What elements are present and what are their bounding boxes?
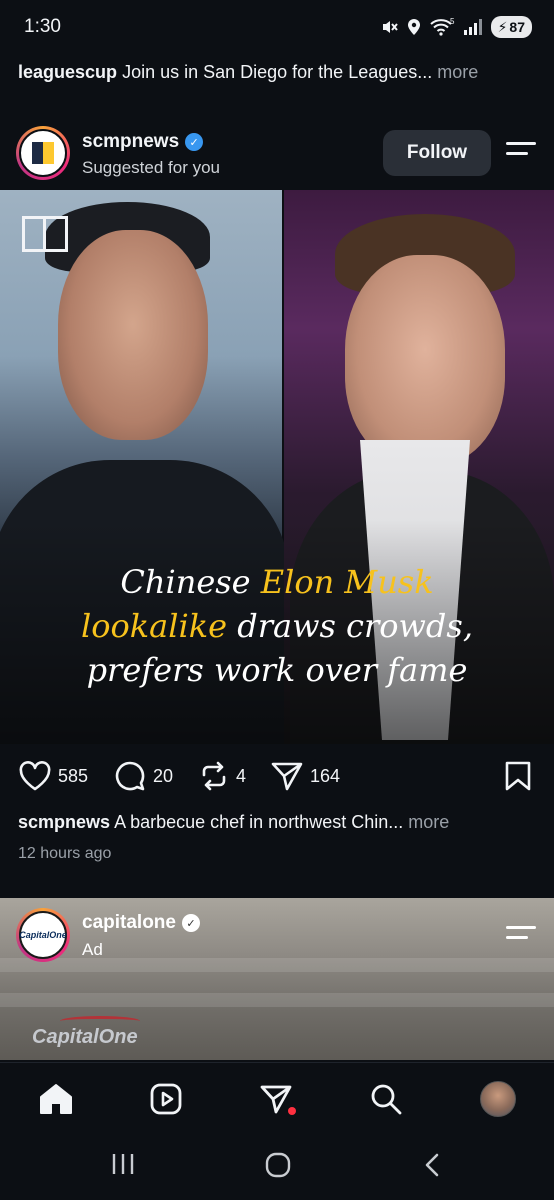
home-button[interactable] — [264, 1152, 292, 1183]
svg-text:5: 5 — [450, 18, 455, 26]
post-avatar[interactable] — [16, 126, 70, 180]
save-button[interactable] — [504, 760, 532, 797]
wifi-icon: 5 — [429, 18, 455, 36]
home-icon — [40, 1084, 72, 1114]
profile-avatar — [480, 1081, 516, 1117]
send-icon — [271, 762, 303, 791]
caption-username[interactable]: leaguescup — [18, 62, 117, 82]
post-timestamp: 12 hours ago — [18, 845, 112, 862]
recent-apps-icon — [112, 1154, 134, 1174]
repost-count: 4 — [236, 765, 247, 786]
nav-home[interactable] — [38, 1081, 74, 1117]
bottom-navigation — [0, 1062, 554, 1134]
caption-username[interactable]: scmpnews — [18, 812, 110, 832]
status-time: 1:30 — [24, 16, 61, 37]
post-actions: 585 20 4 164 — [0, 744, 554, 808]
caption-more-link[interactable]: more — [408, 812, 449, 832]
notification-dot — [288, 1107, 296, 1115]
signal-icon — [463, 19, 482, 35]
left-person-face — [58, 230, 208, 440]
nav-messages[interactable] — [258, 1081, 296, 1117]
location-icon — [407, 19, 420, 35]
previous-post-caption[interactable]: leaguescup Join us in San Diego for the … — [18, 62, 538, 83]
post-header: scmpnews ✓ Suggested for you Follow — [0, 118, 554, 190]
caption-more-link[interactable]: more — [437, 62, 478, 82]
like-button[interactable]: 585 — [18, 760, 88, 792]
charging-icon: ⚡ — [497, 18, 508, 35]
bookmark-icon — [505, 761, 531, 791]
ad-username[interactable]: capitalone ✓ — [82, 912, 200, 934]
post-menu-icon[interactable] — [506, 142, 536, 162]
home-circle-icon — [265, 1152, 291, 1178]
repost-icon — [202, 761, 226, 791]
post-subtitle: Suggested for you — [82, 158, 220, 177]
verified-badge-icon: ✓ — [185, 133, 204, 151]
caption-text: Join us in San Diego for the Leagues... — [122, 62, 433, 82]
ad-label: Ad — [82, 940, 103, 959]
nav-reels[interactable] — [148, 1081, 184, 1117]
battery-indicator: ⚡ 87 — [490, 16, 532, 38]
share-button[interactable]: 164 — [270, 760, 340, 792]
battery-level: 87 — [509, 19, 525, 35]
repost-button[interactable]: 4 — [198, 760, 246, 792]
mute-icon — [382, 21, 398, 33]
reels-icon — [150, 1083, 182, 1115]
status-icons: 5 ⚡ 87 — [381, 16, 532, 38]
comment-count: 20 — [153, 765, 174, 786]
post-image[interactable]: Chinese Elon Musk lookalike draws crowds… — [0, 190, 554, 744]
scmp-logo-icon — [32, 142, 54, 164]
capitalone-swoosh-icon — [60, 1016, 140, 1026]
system-navigation — [0, 1134, 554, 1200]
search-icon — [371, 1084, 402, 1115]
back-button[interactable] — [420, 1152, 444, 1183]
heart-icon — [19, 761, 51, 791]
comment-icon — [115, 761, 145, 791]
image-headline: Chinese Elon Musk lookalike draws crowds… — [81, 563, 473, 689]
carousel-indicator-icon — [22, 216, 68, 252]
like-count: 585 — [58, 765, 89, 786]
ad-post[interactable]: CapitalOne capitalone ✓ Ad CapitalOne — [0, 898, 554, 1060]
nav-profile[interactable] — [480, 1081, 516, 1117]
recent-apps-button[interactable] — [110, 1152, 136, 1181]
status-bar: 1:30 5 ⚡ 87 — [0, 0, 554, 56]
nav-search[interactable] — [368, 1081, 404, 1117]
back-icon — [425, 1153, 439, 1177]
comment-button[interactable]: 20 — [113, 760, 173, 792]
post-username[interactable]: scmpnews ✓ — [82, 131, 204, 153]
right-person-face — [345, 255, 505, 465]
follow-button[interactable]: Follow — [383, 130, 491, 176]
caption-text: A barbecue chef in northwest Chin... — [114, 812, 404, 832]
ad-menu-icon[interactable] — [506, 926, 536, 946]
verified-badge-icon: ✓ — [181, 914, 200, 932]
post-caption[interactable]: scmpnews A barbecue chef in northwest Ch… — [18, 812, 538, 833]
share-count: 164 — [310, 765, 341, 786]
ad-logo: CapitalOne — [32, 1026, 138, 1048]
ad-avatar[interactable]: CapitalOne — [16, 908, 70, 962]
